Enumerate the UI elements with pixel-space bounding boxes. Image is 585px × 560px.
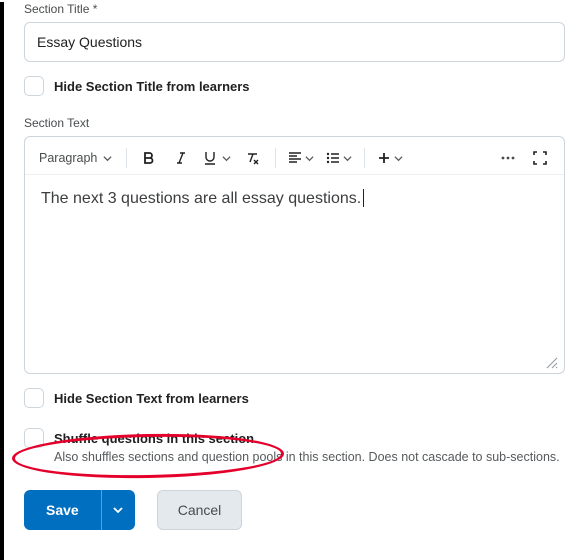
- shuffle-help-text: Also shuffles sections and question pool…: [54, 450, 565, 464]
- resize-handle[interactable]: [544, 355, 558, 369]
- bold-button[interactable]: [135, 144, 163, 172]
- list-button[interactable]: [322, 144, 356, 172]
- plus-icon: [377, 151, 391, 165]
- resize-icon: [544, 355, 558, 369]
- clear-format-icon: [245, 151, 261, 165]
- underline-button[interactable]: [199, 144, 235, 172]
- underline-icon: [203, 151, 219, 165]
- save-dropdown-button[interactable]: [101, 490, 135, 530]
- insert-button[interactable]: [373, 144, 407, 172]
- required-asterisk: *: [93, 2, 98, 16]
- rich-text-editor: Paragraph: [24, 136, 565, 374]
- toolbar-separator: [364, 148, 365, 168]
- editor-content[interactable]: The next 3 questions are all essay quest…: [25, 175, 564, 373]
- clear-format-button[interactable]: [239, 144, 267, 172]
- chevron-down-icon: [394, 154, 403, 163]
- fullscreen-icon: [533, 151, 547, 165]
- section-title-label: Section Title *: [24, 2, 565, 16]
- more-button[interactable]: [494, 144, 522, 172]
- save-button[interactable]: Save: [24, 490, 101, 530]
- align-button[interactable]: [284, 144, 318, 172]
- editor-toolbar: Paragraph: [25, 137, 564, 175]
- hide-title-checkbox[interactable]: [24, 76, 44, 96]
- hide-text-label: Hide Section Text from learners: [54, 391, 249, 406]
- italic-button[interactable]: [167, 144, 195, 172]
- italic-icon: [174, 151, 188, 165]
- section-text-label: Section Text: [24, 116, 565, 130]
- toolbar-separator: [126, 148, 127, 168]
- chevron-down-icon: [343, 154, 352, 163]
- cancel-button[interactable]: Cancel: [157, 490, 243, 530]
- shuffle-checkbox[interactable]: [24, 428, 44, 448]
- bold-icon: [142, 151, 156, 165]
- chevron-down-icon: [103, 154, 112, 163]
- chevron-down-icon: [305, 154, 314, 163]
- text-cursor: [363, 189, 364, 207]
- paragraph-format-select[interactable]: Paragraph: [37, 144, 118, 172]
- toolbar-separator: [275, 148, 276, 168]
- list-icon: [326, 151, 340, 165]
- hide-title-label: Hide Section Title from learners: [54, 79, 250, 94]
- fullscreen-button[interactable]: [526, 144, 554, 172]
- align-left-icon: [288, 151, 302, 165]
- shuffle-label: Shuffle questions in this section: [54, 431, 254, 446]
- ellipsis-icon: [500, 151, 516, 165]
- section-title-input[interactable]: [24, 22, 565, 62]
- chevron-down-icon: [113, 505, 123, 515]
- hide-text-checkbox[interactable]: [24, 388, 44, 408]
- chevron-down-icon: [222, 154, 231, 163]
